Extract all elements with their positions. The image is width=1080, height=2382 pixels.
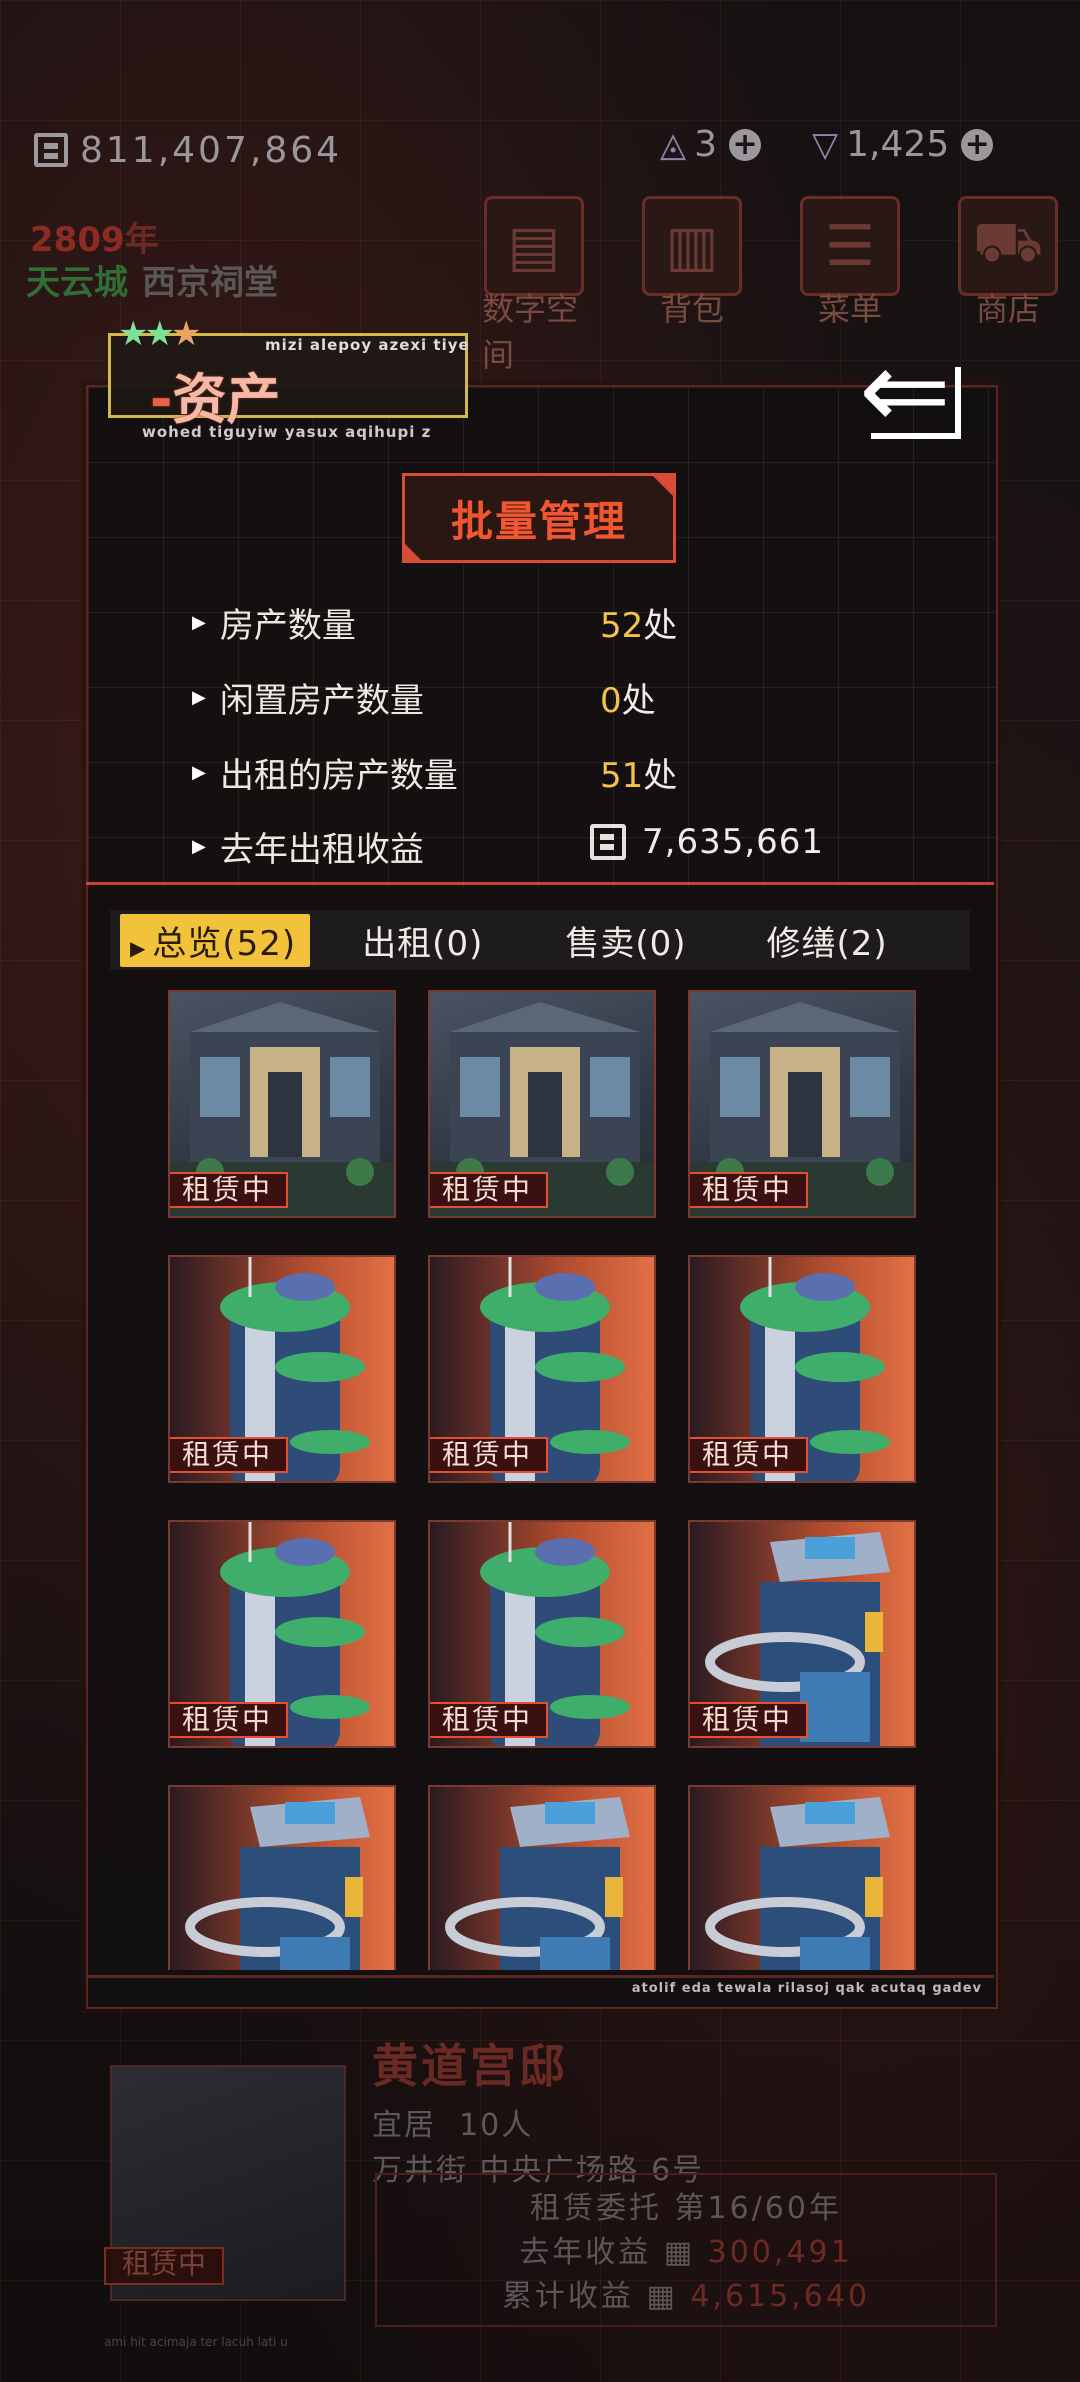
last-income-row: 去年收益 ▦ 300,491: [519, 2235, 853, 2270]
star-icon: ★: [170, 314, 202, 354]
property-grid: 租赁中 租赁中 租赁中 租赁中 租赁中 租赁中 租赁中 租赁中 租赁中: [86, 980, 994, 1970]
property-income-box: 租赁委托 第16/60年 去年收益 ▦ 300,491 累计收益 ▦ 4,615…: [375, 2173, 997, 2327]
property-card[interactable]: 租赁中: [688, 990, 916, 1218]
stat-property-count: ▶ 房产数量: [192, 606, 356, 646]
backpack-icon: ▥: [642, 196, 742, 296]
stat-rented-count-value: 51处: [600, 756, 678, 796]
small-note: ami hit acimaja ter lacuh lati u: [104, 2335, 288, 2349]
property-card[interactable]: 租赁中: [168, 1520, 396, 1748]
rent-status-tag: 租赁中: [170, 1437, 289, 1473]
currency-icon: [590, 824, 626, 860]
menu-backpack[interactable]: ▥ 背包: [640, 196, 744, 376]
badge-caption: wohed tiguyiw yasux aqihupi z: [142, 423, 432, 441]
stat-property-count-value: 52处: [600, 606, 678, 646]
crystal-gem-icon: ▽: [812, 124, 839, 165]
property-card[interactable]: 租赁中: [428, 1255, 656, 1483]
total-income-row: 累计收益 ▦ 4,615,640: [501, 2279, 871, 2314]
panel-footer-line: [86, 1975, 994, 1978]
stat-rented-count: ▶ 出租的房产数量: [192, 756, 458, 796]
stat-last-year-income: ▶ 去年出租收益: [192, 830, 424, 870]
menu-shop[interactable]: ⛟ 商店: [956, 196, 1060, 376]
city-name: 天云城: [26, 263, 128, 303]
add-gem-2-button[interactable]: +: [961, 128, 994, 161]
rent-status-tag: 租赁中: [170, 1702, 289, 1738]
cart-icon: ⛟: [958, 196, 1058, 296]
gem-resource-1: ◬ 3 +: [660, 124, 762, 165]
tab-sell[interactable]: 售卖(0): [565, 916, 686, 965]
property-name: 黄道宫邸: [372, 2039, 568, 2093]
property-card[interactable]: 租赁中: [428, 1520, 656, 1748]
section-divider: [86, 882, 994, 885]
property-card[interactable]: 租赁中: [168, 1255, 396, 1483]
area-name: 西京祠堂: [142, 263, 278, 303]
hub-building-image: [705, 1797, 890, 1970]
footer-note: atolif eda tewala rilasoj qak acutaq gad…: [631, 1981, 982, 1996]
bullet-arrow-icon: ▶: [192, 612, 206, 633]
property-card[interactable]: [428, 1785, 656, 1970]
triangle-gem-icon: ◬: [660, 124, 687, 165]
property-card[interactable]: 租赁中: [688, 1255, 916, 1483]
bullet-arrow-icon: ▶: [192, 762, 206, 783]
tab-overview[interactable]: ▶ 总览(52): [120, 913, 311, 967]
menu-digital-space[interactable]: ▤ 数字空间: [482, 196, 586, 376]
rent-status-tag: 租赁中: [430, 1437, 549, 1473]
rent-status-tag: 租赁中: [430, 1172, 549, 1208]
gem-count-2: 1,425: [846, 124, 950, 165]
property-card[interactable]: 租赁中: [428, 990, 656, 1218]
star-icon: ★: [144, 314, 175, 354]
bullet-arrow-icon: ▶: [192, 836, 206, 857]
property-residents: 宜居 10人: [372, 2108, 534, 2143]
cube-stack-icon: ▤: [484, 196, 584, 296]
currency-icon: [34, 133, 68, 167]
property-card[interactable]: [168, 1785, 396, 1970]
current-year: 2809年: [30, 220, 159, 260]
rent-status-tag: 租赁中: [170, 1172, 289, 1208]
stat-idle-count-value: 0处: [600, 681, 656, 721]
rent-status-tag: 租赁中: [430, 1702, 549, 1738]
rating-stars: ★★★: [118, 314, 202, 354]
top-menu: ▤ 数字空间 ▥ 背包 ☰ 菜单 ⛟ 商店: [482, 196, 1060, 376]
tab-repair[interactable]: 修缮(2): [767, 916, 888, 965]
property-detail-background: 租赁中 黄道宫邸 宜居 10人 万井街 中央广场路 6号 租赁委托 第16/60…: [0, 2010, 1080, 2382]
menu-list-icon: ☰: [800, 196, 900, 296]
back-button[interactable]: ⇐: [845, 335, 965, 445]
lease-row: 租赁委托 第16/60年: [529, 2191, 842, 2226]
money-amount: 811,407,864: [80, 129, 343, 171]
property-card[interactable]: [688, 1785, 916, 1970]
gem-count-1: 3: [694, 124, 718, 165]
location: 天云城 西京祠堂: [26, 255, 278, 304]
batch-management-heading: 批量管理: [402, 473, 676, 563]
last-year-income-value: 7,635,661: [590, 822, 824, 862]
caret-right-icon: ▶: [130, 935, 147, 960]
badge-subtitle: mizi alepoy azexi tiye: [265, 336, 470, 354]
rent-status-tag: 租赁中: [690, 1702, 809, 1738]
filter-tabs: ▶ 总览(52) 出租(0) 售卖(0) 修缮(2): [110, 910, 970, 970]
property-status-tag: 租赁中: [104, 2247, 225, 2285]
tab-rent[interactable]: 出租(0): [362, 916, 483, 965]
hub-building-image: [185, 1797, 370, 1970]
bullet-arrow-icon: ▶: [192, 687, 206, 708]
rent-status-tag: 租赁中: [690, 1437, 809, 1473]
stat-idle-count: ▶ 闲置房产数量: [192, 681, 424, 721]
property-card[interactable]: 租赁中: [688, 1520, 916, 1748]
rent-status-tag: 租赁中: [690, 1172, 809, 1208]
hub-building-image: [445, 1797, 630, 1970]
add-gem-1-button[interactable]: +: [729, 128, 762, 161]
property-card[interactable]: 租赁中: [168, 990, 396, 1218]
star-icon: ★: [118, 314, 149, 354]
gem-resource-2: ▽ 1,425 +: [812, 124, 994, 165]
